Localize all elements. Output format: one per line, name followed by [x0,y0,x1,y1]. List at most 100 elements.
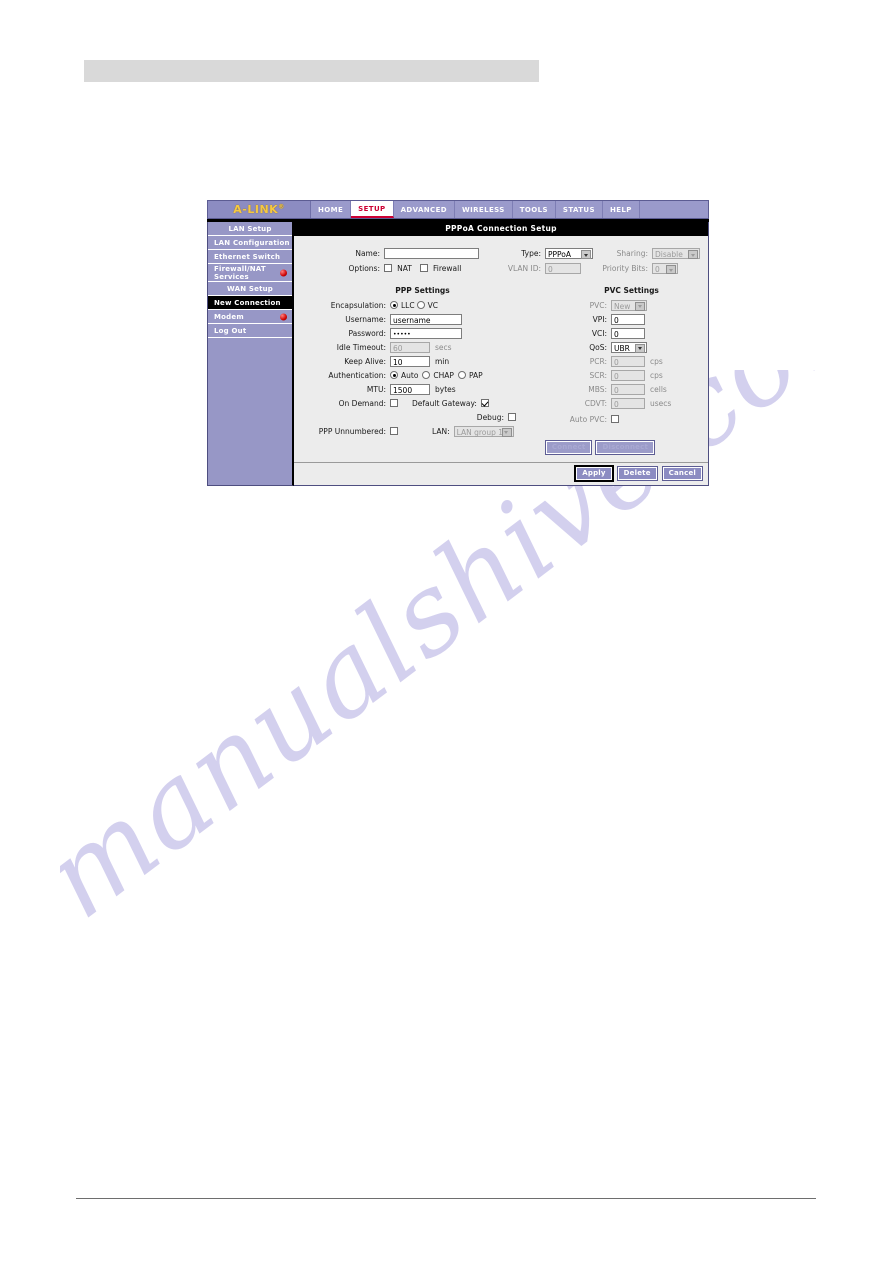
sidebar-item-modem[interactable]: Modem [208,310,292,324]
row-mtu: MTU: 1500 bytes [300,382,545,396]
sidebar-label: Log Out [214,326,247,335]
default-gateway-checkbox[interactable] [480,399,489,407]
row-ppp-unnumbered-lan: PPP Unnumbered: LAN: LAN group 1 [300,424,545,438]
on-demand-label: On Demand: [338,398,386,408]
sidebar-empty-area [208,338,292,482]
sidebar-item-log-out[interactable]: Log Out [208,324,292,338]
idle-timeout-label: Idle Timeout: [336,342,386,352]
vpi-input[interactable]: 0 [611,313,645,325]
mbs-input[interactable]: 0 [611,383,645,395]
tab-tools[interactable]: TOOLS [512,201,556,218]
cancel-button[interactable]: Cancel [661,466,704,481]
on-demand-checkbox[interactable] [390,399,398,407]
vci-input[interactable]: 0 [611,327,645,339]
auth-auto-radio[interactable] [390,371,398,379]
cdvt-label: CDVT: [584,398,607,408]
page-footer-rule [76,1198,816,1199]
tab-help[interactable]: HELP [602,201,640,218]
row-pcr: PCR: 0 cps [561,354,702,368]
top-navigation-bar: A-LINK® HOME SETUP ADVANCED WIRELESS TOO… [207,200,709,219]
default-gateway-label: Default Gateway: [412,398,477,408]
row-vpi: VPI: 0 [561,312,702,326]
authentication-label: Authentication: [328,370,386,380]
sidebar-item-lan-configuration[interactable]: LAN Configuration [208,236,292,250]
pvc-settings-column: PVC: New VPI: 0 VCI: 0 QoS: UBR PCR: 0 c… [545,298,702,438]
idle-timeout-input[interactable]: 60 [390,341,430,353]
tab-status[interactable]: STATUS [555,201,603,218]
row-keep-alive: Keep Alive: 10 min [300,354,545,368]
ppp-settings-column: Encapsulation: LLC VC Username: username… [300,298,545,438]
tab-advanced[interactable]: ADVANCED [393,201,455,218]
username-label: Username: [345,314,386,324]
nav-filler [639,201,708,218]
type-select[interactable]: PPPoA [545,248,593,259]
mbs-unit: cells [650,384,667,394]
sidebar-header-lan-setup: LAN Setup [208,222,292,236]
qos-select[interactable]: UBR [611,341,647,353]
firewall-checkbox[interactable] [419,264,428,272]
pvc-label: PVC: [589,300,607,310]
scr-label: SCR: [589,370,607,380]
priority-bits-select[interactable]: 0 [652,263,678,274]
row-scr: SCR: 0 cps [561,368,702,382]
row-name-type-sharing: Name: Type: PPPoA Sharing: Disable [302,248,700,259]
ui-body: LAN Setup LAN Configuration Ethernet Swi… [207,222,709,486]
connect-button[interactable]: Connect [544,440,593,455]
row-on-demand-default-gateway: On Demand: Default Gateway: [300,396,545,410]
keep-alive-input[interactable]: 10 [390,355,430,367]
row-mbs: MBS: 0 cells [561,382,702,396]
encapsulation-llc-radio[interactable] [390,301,398,309]
pcr-input[interactable]: 0 [611,355,645,367]
ppp-settings-heading-wrap: PPP Settings [300,286,545,295]
section-headings: PPP Settings PVC Settings [300,286,702,295]
mtu-input[interactable]: 1500 [390,383,430,395]
password-input[interactable]: ••••• [390,327,462,339]
encapsulation-vc-radio[interactable] [416,301,425,309]
sharing-label: Sharing: [616,249,648,258]
tab-wireless[interactable]: WIRELESS [454,201,513,218]
vpi-label: VPI: [592,314,607,324]
sidebar-label: WAN Setup [226,284,274,293]
pvc-select[interactable]: New [611,299,647,311]
scr-input[interactable]: 0 [611,369,645,381]
nat-label: NAT [397,264,412,273]
settings-columns: Encapsulation: LLC VC Username: username… [300,298,702,438]
sidebar-label: LAN Setup [228,224,272,233]
nat-checkbox[interactable] [384,264,392,272]
row-qos: QoS: UBR [561,340,702,354]
status-dot-icon [280,313,287,320]
chevron-down-icon [666,265,676,274]
tab-home[interactable]: HOME [311,201,352,218]
auth-pap-radio[interactable] [457,371,466,379]
chevron-down-icon [635,301,645,311]
vlan-id-input[interactable]: 0 [545,263,581,274]
tab-setup[interactable]: SETUP [351,201,394,218]
row-pvc: PVC: New [561,298,702,312]
sidebar-item-new-connection[interactable]: New Connection [208,296,292,310]
auto-pvc-checkbox[interactable] [611,415,619,423]
row-idle-timeout: Idle Timeout: 60 secs [300,340,545,354]
cdvt-input[interactable]: 0 [611,397,645,409]
auth-chap-radio[interactable] [422,371,431,379]
priority-bits-label: Priority Bits: [602,264,648,273]
name-input[interactable] [384,248,479,259]
lan-label: LAN: [432,426,450,436]
firewall-label: Firewall [433,264,462,273]
delete-button[interactable]: Delete [616,466,658,481]
form-footer-actions: Apply Delete Cancel [294,462,708,485]
sidebar-item-firewall-nat-services[interactable]: Firewall/NAT Services [208,264,292,282]
row-encapsulation: Encapsulation: LLC VC [300,298,545,312]
apply-button[interactable]: Apply [574,465,614,482]
disconnect-button[interactable]: Disconnect [595,440,655,455]
lan-group-select[interactable]: LAN group 1 [453,425,514,437]
username-input[interactable]: username [390,313,462,325]
sharing-select[interactable]: Disable [652,248,700,259]
ppp-unnumbered-checkbox[interactable] [390,427,398,435]
brand-logo: A-LINK® [208,201,311,218]
sidebar-label: Modem [214,312,244,321]
encapsulation-label: Encapsulation: [330,300,386,310]
sidebar-item-ethernet-switch[interactable]: Ethernet Switch [208,250,292,264]
row-cdvt: CDVT: 0 usecs [561,396,702,410]
page-header-band [84,60,539,82]
debug-checkbox[interactable] [508,413,516,421]
